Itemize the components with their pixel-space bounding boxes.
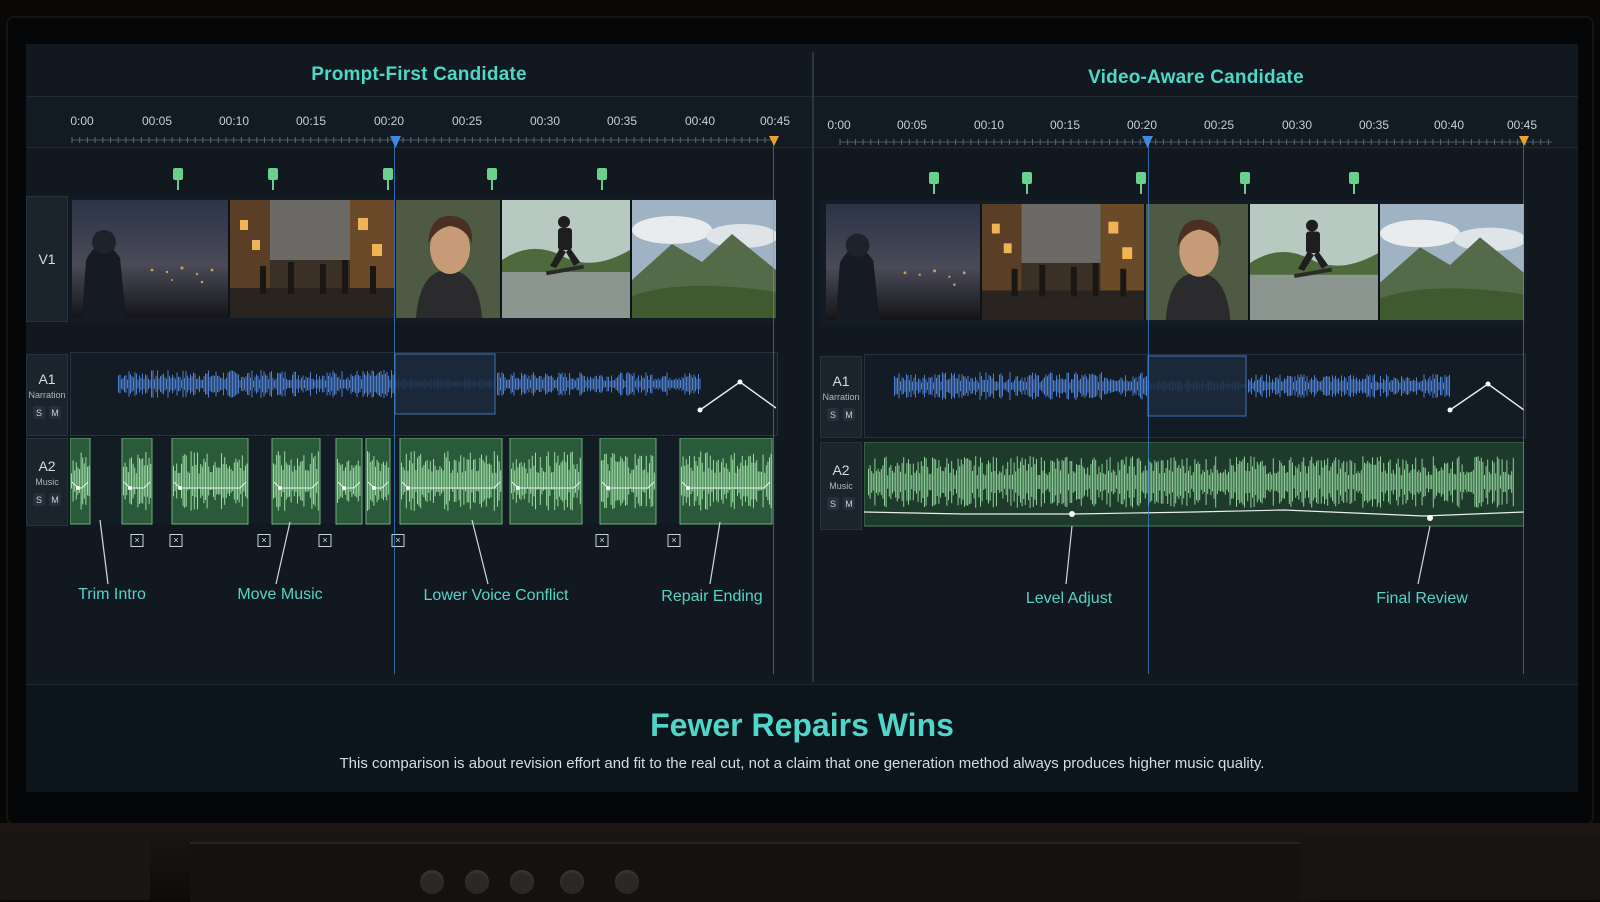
panel-title: Video-Aware Candidate (1088, 67, 1304, 88)
callout-final-review: Final Review (1376, 590, 1468, 607)
ruler-label: 0:00 (70, 114, 94, 128)
summary-title: Fewer Repairs Wins (650, 707, 954, 743)
mute-button[interactable]: M (49, 493, 61, 506)
ruler-label: 00:30 (529, 114, 561, 128)
beat-marker-icon[interactable] (1136, 172, 1146, 194)
control-surface (190, 842, 1320, 902)
music-track-continuous[interactable] (864, 442, 1524, 532)
keyframe-icon[interactable] (1069, 511, 1075, 517)
narration-waveform (118, 353, 776, 415)
beat-marker-icon[interactable] (597, 168, 607, 190)
track-header-a2[interactable]: A2 Music SM (820, 442, 862, 530)
beat-marker-icon[interactable] (487, 168, 497, 190)
mute-button[interactable]: M (843, 497, 855, 510)
beat-marker-icon[interactable] (268, 168, 278, 190)
video-clip-street[interactable] (982, 204, 1146, 320)
narration-waveform (894, 355, 1524, 417)
track-id: A1 (38, 371, 56, 387)
solo-button[interactable]: S (827, 408, 839, 421)
callout-lower-voice-conflict: Lower Voice Conflict (423, 587, 569, 604)
track-id: V1 (38, 251, 56, 267)
beat-marker-icon[interactable] (929, 172, 939, 194)
video-aware-panel: Video-Aware Candidate 0:00 00:05 00:10 0… (814, 44, 1578, 684)
solo-button[interactable]: S (33, 493, 45, 506)
ruler-label: 00:40 (1433, 118, 1465, 132)
summary-caption: This comparison is about revision effort… (339, 755, 1265, 772)
callout-level-adjust: Level Adjust (1025, 590, 1113, 607)
track-name: Narration (28, 390, 66, 400)
ruler-label: 00:30 (1281, 118, 1313, 132)
video-clip-street[interactable] (230, 200, 396, 318)
keyframe-icon[interactable] (1485, 381, 1491, 387)
end-marker-icon[interactable] (1519, 136, 1529, 146)
ruler-label: 00:45 (759, 114, 791, 128)
ruler-label: 00:35 (606, 114, 638, 128)
ruler-label: 00:45 (1506, 118, 1538, 132)
track-name: Music (35, 477, 59, 487)
ruler-label: 00:40 (684, 114, 716, 128)
prompt-first-panel: Prompt-First Candidate 0:00 00:05 00:10 … (26, 44, 812, 684)
beat-marker-icon[interactable] (173, 168, 183, 190)
ruler-label: 00:05 (896, 118, 928, 132)
ruler-label: 00:35 (1358, 118, 1390, 132)
ruler-label: 0:00 (827, 118, 851, 132)
track-header-a2[interactable]: A2 Music SM (26, 438, 68, 526)
mute-button[interactable]: M (49, 406, 61, 419)
console-knob (510, 870, 534, 894)
audio-console (1300, 836, 1600, 900)
callout-leaders (99, 519, 721, 585)
ruler-label: 00:15 (1049, 118, 1081, 132)
track-header-a1[interactable]: A1 Narration SM (820, 356, 862, 438)
console-knob (615, 870, 639, 894)
track-id: A2 (38, 458, 56, 474)
video-clip-skateboarder[interactable] (1250, 204, 1380, 320)
track-id: A2 (832, 462, 850, 478)
mute-button[interactable]: M (843, 408, 855, 421)
callout-repair-ending: Repair Ending (661, 588, 763, 605)
console-knob (560, 870, 584, 894)
track-header-a1[interactable]: A1 Narration SM (26, 354, 68, 436)
beat-marker-icon[interactable] (1240, 172, 1250, 194)
panel-title: Prompt-First Candidate (311, 64, 527, 85)
beat-marker-icon[interactable] (383, 168, 393, 190)
callout-move-music: Move Music (237, 586, 323, 603)
solo-button[interactable]: S (33, 406, 45, 419)
editor-screen: Prompt-First Candidate 0:00 00:05 00:10 … (26, 44, 1578, 792)
ruler-label: 00:20 (373, 114, 405, 128)
keyframe-icon[interactable] (737, 379, 743, 385)
ruler-label: 00:15 (295, 114, 327, 128)
ruler-label: 00:05 (141, 114, 173, 128)
track-name: Narration (822, 392, 860, 402)
video-clip-woman[interactable] (396, 200, 502, 318)
ruler-label: 00:20 (1126, 118, 1158, 132)
solo-button[interactable]: S (827, 497, 839, 510)
console-knob (420, 870, 444, 894)
beat-marker-icon[interactable] (1349, 172, 1359, 194)
keyframe-icon[interactable] (697, 407, 703, 413)
video-clip-woman[interactable] (1146, 204, 1250, 320)
track-id: A1 (832, 373, 850, 389)
console-knob (465, 870, 489, 894)
callout-trim-intro: Trim Intro (78, 586, 146, 603)
summary-footer: Fewer Repairs Wins This comparison is ab… (26, 684, 1578, 792)
ruler-label: 00:10 (218, 114, 250, 128)
track-header-v1[interactable]: V1 (26, 196, 68, 322)
callout-leaders (1065, 525, 1431, 585)
video-clip-mountains[interactable] (1380, 204, 1524, 320)
video-clip-mountains[interactable] (632, 200, 776, 318)
keyboard (0, 830, 150, 900)
ruler-label: 00:25 (451, 114, 483, 128)
track-name: Music (829, 481, 853, 491)
ruler-label: 00:10 (973, 118, 1005, 132)
beat-marker-icon[interactable] (1022, 172, 1032, 194)
keyframe-icon[interactable] (1447, 407, 1453, 413)
playhead-icon[interactable] (390, 136, 401, 148)
end-marker-icon[interactable] (769, 136, 779, 146)
video-clip-night-city[interactable] (72, 200, 230, 318)
ruler-label: 00:25 (1203, 118, 1235, 132)
video-clip-night-city[interactable] (826, 204, 982, 320)
video-clip-skateboarder[interactable] (502, 200, 632, 318)
